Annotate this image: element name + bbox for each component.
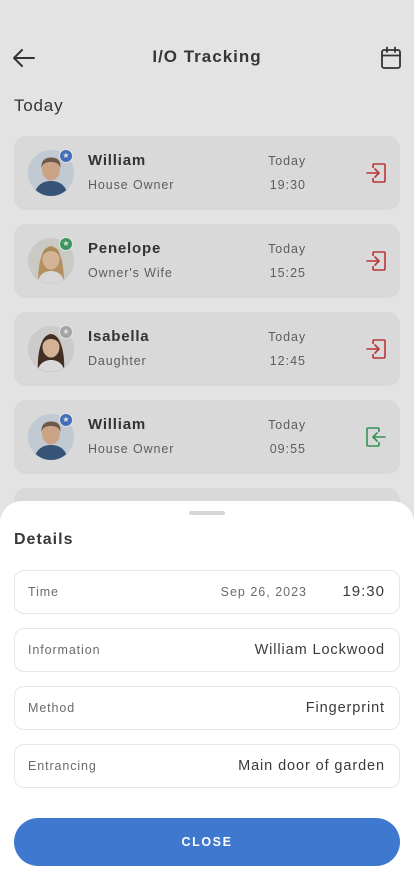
detail-label: Method [28,701,76,715]
drag-handle[interactable] [189,511,225,515]
detail-label: Information [28,643,101,657]
detail-date: Sep 26, 2023 [220,585,307,599]
detail-label: Time [28,585,59,599]
details-sheet: Details Time Sep 26, 2023 19:30 Informat… [0,501,414,896]
detail-row-time: Time Sep 26, 2023 19:30 [14,570,400,614]
detail-row-entrancing: Entrancing Main door of garden [14,744,400,788]
close-button[interactable]: CLOSE [14,818,400,866]
detail-value: William Lockwood [254,642,385,658]
detail-label: Entrancing [28,759,97,773]
detail-row-method: Method Fingerprint [14,686,400,730]
detail-value: Main door of garden [238,758,385,774]
detail-row-information: Information William Lockwood [14,628,400,672]
detail-time: 19:30 [342,583,385,600]
detail-value: Fingerprint [305,700,385,716]
details-title: Details [14,531,74,548]
